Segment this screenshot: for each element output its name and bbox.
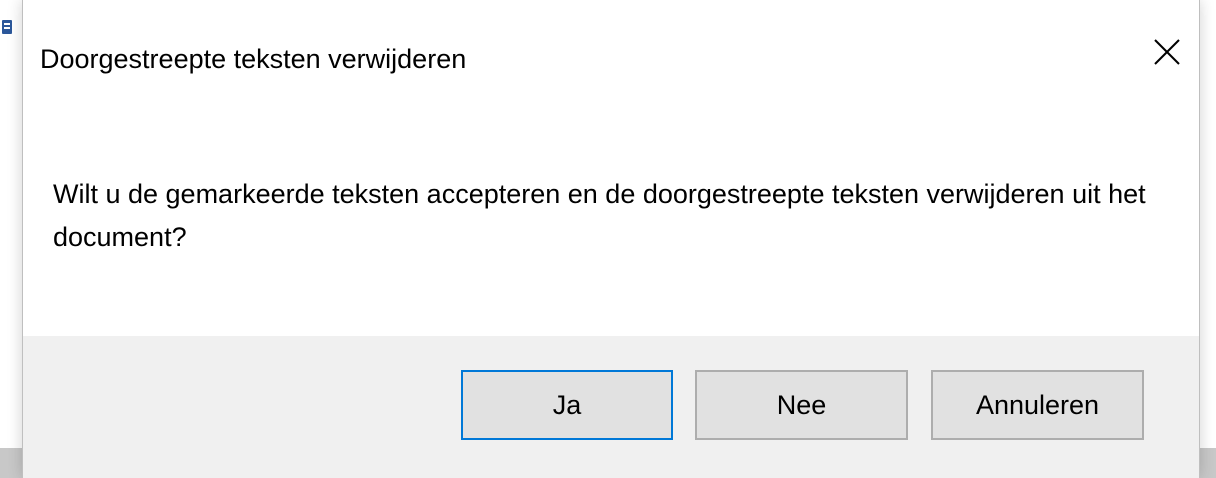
no-button[interactable]: Nee (695, 370, 908, 440)
word-document-icon (2, 20, 12, 34)
close-icon (1154, 39, 1180, 65)
dialog-button-bar: Ja Nee Annuleren (23, 336, 1199, 478)
background-window-edge (0, 0, 22, 478)
dialog-message: Wilt u de gemarkeerde teksten accepteren… (53, 179, 1146, 252)
confirm-dialog: Doorgestreepte teksten verwijderen Wilt … (22, 0, 1200, 478)
background-scroll-area-right (1200, 448, 1216, 478)
background-scroll-area-left (0, 448, 22, 478)
yes-button[interactable]: Ja (461, 370, 673, 440)
close-button[interactable] (1135, 20, 1199, 84)
cancel-button[interactable]: Annuleren (931, 370, 1144, 440)
dialog-title: Doorgestreepte teksten verwijderen (40, 44, 467, 74)
